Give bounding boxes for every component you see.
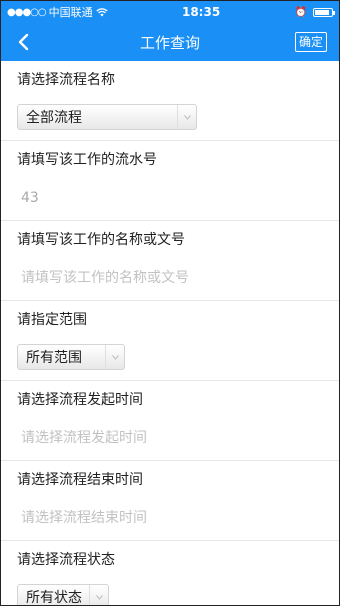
status-section: 请选择流程状态 所有状态 [1,541,339,606]
chevron-down-icon [105,345,124,369]
status-right: ⏰ [294,6,335,18]
process-name-select[interactable]: 全部流程 [17,104,197,130]
process-name-label: 请选择流程名称 [17,72,115,88]
work-name-input[interactable] [17,265,327,291]
confirm-button[interactable]: 确定 [294,32,327,52]
app-frame: ●●●○○ 中国联通 18:35 ⏰ 工作查询 确定 请选择流程名称 全部流程 … [0,0,340,606]
battery-icon [312,7,335,17]
status-time: 18:35 [181,5,221,19]
serial-number-input[interactable] [17,185,327,211]
alarm-icon: ⏰ [294,6,307,18]
serial-number-section: 请填写该工作的流水号 [1,141,339,221]
end-time-input[interactable] [17,505,327,531]
status-label: 请选择流程状态 [17,552,115,568]
work-name-section: 请填写该工作的名称或文号 [1,221,339,301]
scope-label: 请指定范围 [17,312,87,328]
chevron-down-icon [89,585,108,605]
scope-section: 请指定范围 所有范围 [1,301,339,381]
carrier-name: 中国联通 [48,6,93,19]
status-select[interactable]: 所有状态 [17,584,109,606]
work-name-label: 请填写该工作的名称或文号 [17,232,185,248]
status-left: ●●●○○ 中国联通 [7,4,108,20]
query-form: 请选择流程名称 全部流程 请填写该工作的流水号 请填写该工作的名称或文号 请指定… [1,61,339,606]
battery-level [314,9,329,15]
end-time-section: 请选择流程结束时间 [1,461,339,541]
process-name-selected: 全部流程 [26,110,82,126]
start-time-input[interactable] [17,425,327,451]
page-title: 工作查询 [139,33,200,52]
status-selected: 所有状态 [26,590,82,606]
wifi-icon [95,8,108,17]
serial-number-label: 请填写该工作的流水号 [17,152,157,168]
end-time-label: 请选择流程结束时间 [17,472,143,488]
scope-select[interactable]: 所有范围 [17,344,125,370]
chevron-down-icon [177,105,196,129]
back-button[interactable] [11,30,35,54]
signal-strength-icon: ●●●○○ [7,6,47,18]
process-name-section: 请选择流程名称 全部流程 [1,61,339,141]
chevron-left-icon [18,33,29,51]
status-bar: ●●●○○ 中国联通 18:35 ⏰ [1,1,339,23]
navigation-bar: 工作查询 确定 [1,23,339,61]
start-time-label: 请选择流程发起时间 [17,392,143,408]
scope-selected: 所有范围 [26,350,82,366]
start-time-section: 请选择流程发起时间 [1,381,339,461]
